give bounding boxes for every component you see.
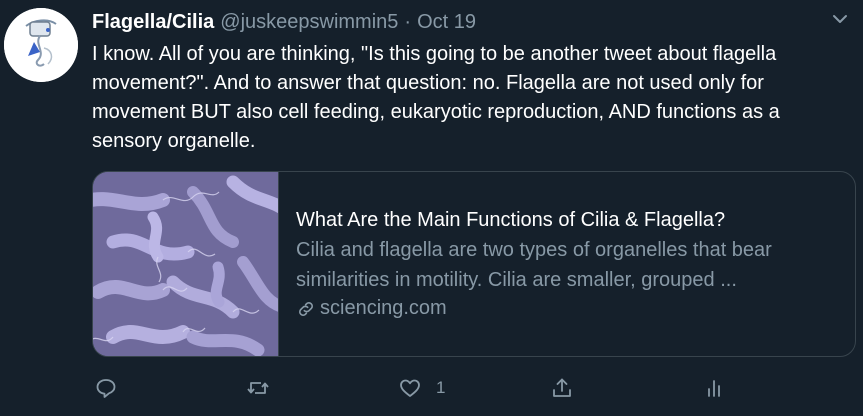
retweet-button[interactable]	[246, 372, 270, 404]
share-button[interactable]	[550, 372, 574, 404]
card-title[interactable]: What Are the Main Functions of Cilia & F…	[296, 206, 841, 234]
like-button[interactable]: 1	[398, 372, 445, 404]
tweet-text: I know. All of you are thinking, "Is thi…	[92, 43, 780, 152]
card-domain-text: sciencing.com	[320, 297, 447, 319]
reply-button[interactable]	[94, 372, 118, 404]
analytics-icon	[708, 380, 720, 397]
heart-icon	[400, 379, 420, 397]
card-description: Cilia and flagella are two types of orga…	[296, 239, 772, 291]
retweet-icon	[247, 382, 269, 394]
card-image[interactable]	[93, 172, 279, 356]
display-name[interactable]: Flagella/Cilia	[92, 11, 214, 34]
card-domain[interactable]: sciencing.com	[296, 297, 841, 320]
separator-dot: ·	[404, 10, 412, 33]
tweet[interactable]: Flagella/Cilia @juskeepswimmin5 · Oct 19…	[0, 0, 863, 416]
analytics-button[interactable]	[702, 372, 726, 404]
reply-icon	[96, 379, 116, 398]
avatar-drawing-icon	[4, 8, 78, 82]
avatar[interactable]	[4, 8, 78, 82]
user-handle[interactable]: @juskeepswimmin5	[220, 11, 398, 34]
tweet-date[interactable]: Oct 19	[417, 11, 476, 34]
link-preview-card[interactable]: What Are the Main Functions of Cilia & F…	[92, 171, 856, 357]
share-icon	[553, 378, 571, 397]
like-count: 1	[436, 378, 446, 397]
chevron-down-icon[interactable]	[831, 10, 849, 28]
tweet-header: Flagella/Cilia @juskeepswimmin5 · Oct 19	[92, 8, 476, 36]
bacteria-with-flagella-image	[93, 172, 278, 356]
tweet-actions: 1	[0, 372, 863, 404]
card-body[interactable]: What Are the Main Functions of Cilia & F…	[296, 206, 841, 320]
link-icon	[299, 301, 313, 316]
